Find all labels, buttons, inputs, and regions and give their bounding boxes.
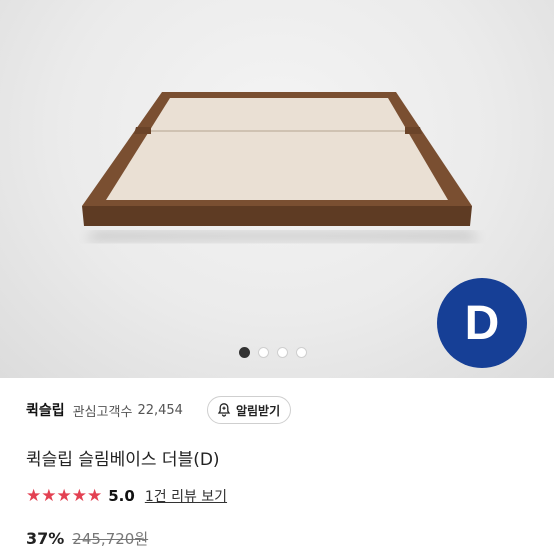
product-image-carousel[interactable]: D [0,0,554,378]
carousel-dot[interactable] [258,347,269,358]
review-link[interactable]: 1건 리뷰 보기 [145,486,227,506]
fans-count: 22,454 [137,402,183,418]
carousel-pagination [239,347,307,358]
discount-rate: 37% [26,529,65,548]
seller-row: 퀵슬립 관심고객수 22,454 알림받기 [26,396,528,424]
original-price: 245,720원 [72,530,149,548]
product-title: 퀵슬립 슬림베이스 더블(D) [26,450,220,470]
star-icon: ★ [71,485,87,506]
size-badge-label: D [464,296,500,350]
star-icon: ★ [56,485,72,506]
star-icon: ★ [41,485,57,506]
carousel-dot[interactable] [239,347,250,358]
alarm-button[interactable]: 알림받기 [206,396,292,424]
carousel-dot[interactable] [277,347,288,358]
carousel-dot[interactable] [296,347,307,358]
star-icon: ★ [87,485,103,506]
price-row: 37% 245,720원 [26,528,148,549]
alarm-label: 알림받기 [235,403,281,418]
star-rating: ★ ★ ★ ★ ★ [26,485,103,506]
size-badge-icon: D [437,278,527,368]
fans-label: 관심고객수 [72,404,133,420]
seller-name[interactable]: 퀵슬립 [26,400,65,420]
rating-value: 5.0 [108,487,135,505]
bell-plus-icon [217,403,231,417]
rating-row: ★ ★ ★ ★ ★ 5.0 1건 리뷰 보기 [26,485,227,507]
star-icon: ★ [26,485,42,506]
